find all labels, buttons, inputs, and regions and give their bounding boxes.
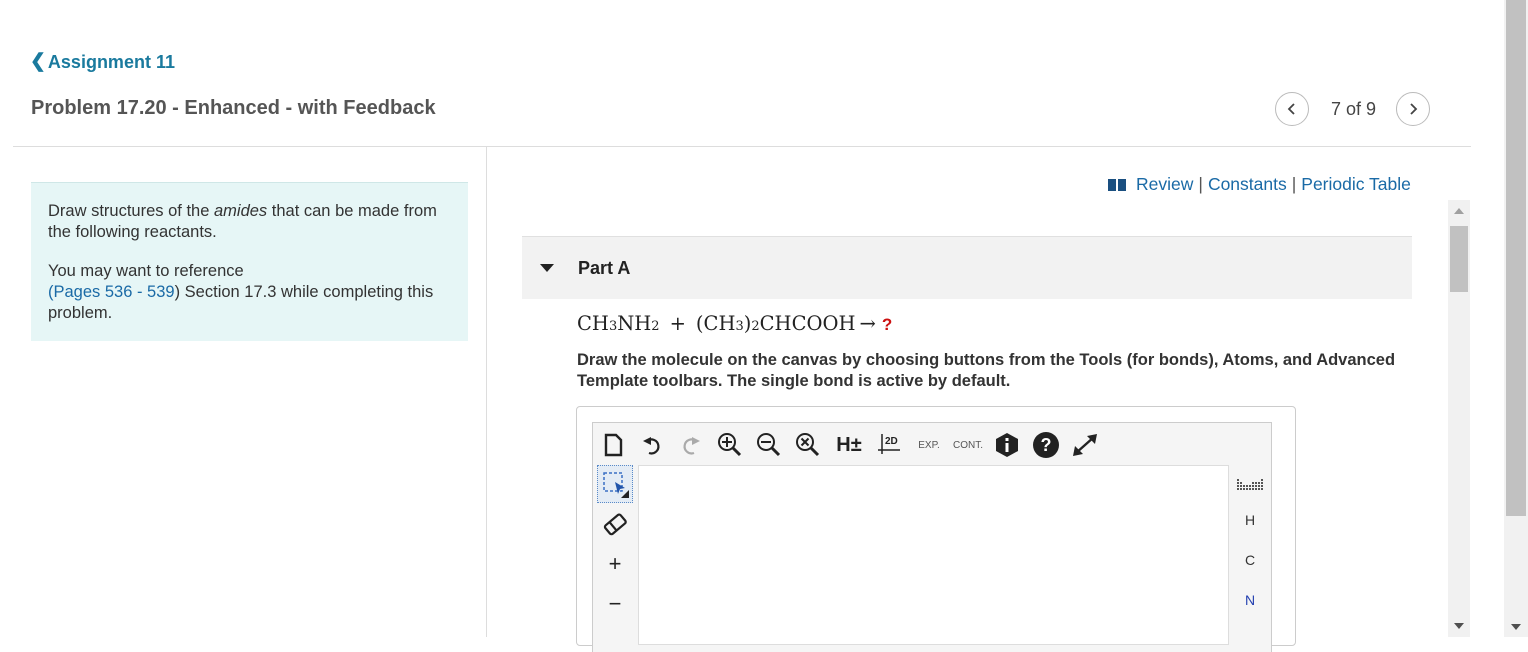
increase-charge-label: + [608,551,622,576]
help-icon: ? [1033,432,1059,458]
top-toolbar: H± 2D EXP. CONT. ? [598,427,1109,463]
selection-icon [603,472,629,498]
review-link[interactable]: Review [1136,174,1193,195]
page-scrollbar[interactable] [1504,0,1528,637]
reaction-equation: CH 3 NH 2 + (CH 3) 2 CHCOOH → ? [577,312,892,335]
chevron-right-icon [1410,103,1418,115]
pane-divider [486,147,487,637]
decrease-charge-label: − [608,591,622,616]
resources-bar: Review | Constants | Periodic Table [1108,174,1411,195]
back-link-label: Assignment 11 [47,52,175,72]
explicit-hydrogens-button[interactable]: H± [832,430,866,460]
eq-text: (CH [695,312,736,335]
increase-charge-button[interactable]: + [597,545,633,583]
problem-intro: Draw structures of the amides that can b… [31,182,468,341]
separator: | [1198,174,1203,194]
part-a-header[interactable]: Part A [522,236,1412,299]
left-toolbar: + − [597,465,635,625]
fullscreen-icon [1073,434,1097,456]
help-button[interactable]: ? [1031,430,1061,460]
clean-2d-icon: 2D [878,434,900,454]
page-scroll-down-arrow-icon[interactable] [1511,624,1521,630]
explicit-hydrogens-label: H± [836,433,862,456]
separator: | [1291,174,1297,194]
redo-button[interactable] [676,430,706,460]
chevron-left-icon: ❮ [30,51,46,72]
eq-text: CH [577,312,609,335]
zoom-in-icon [718,433,742,457]
chevron-left-icon [1287,103,1295,115]
constants-link[interactable]: Constants [1208,174,1287,195]
content-scrollbar[interactable] [1448,200,1470,637]
instructions: Draw the molecule on the canvas by choos… [577,351,1396,390]
expand-label: EXP. [918,439,940,451]
atom-n-button[interactable]: N [1232,580,1268,620]
eq-text: CHCOOH [759,312,856,335]
undo-icon [643,437,660,455]
zoom-reset-button[interactable] [793,430,823,460]
periodic-table-link[interactable]: Periodic Table [1301,174,1411,195]
back-to-assignment-link[interactable]: ❮ Assignment 11 [30,51,175,74]
drawing-canvas[interactable] [638,465,1229,645]
scrollbar-thumb[interactable] [1450,226,1468,292]
contract-button[interactable]: CONT. [953,430,983,460]
eq-subscript: 3 [608,319,618,334]
periodic-table-button[interactable] [1232,470,1268,500]
atoms-toolbar: H C N [1232,470,1268,620]
eq-plus: + [669,312,686,335]
new-document-icon [604,433,623,457]
pages-link[interactable]: Pages 536 - 539 [54,283,175,301]
book-icon [1108,178,1126,191]
eq-unknown: ? [881,315,893,334]
pager-count: 7 of 9 [1331,98,1377,119]
scroll-up-arrow-icon[interactable] [1454,208,1464,214]
problem-pager: 7 of 9 [1275,92,1431,126]
eq-text: NH [617,312,652,335]
zoom-in-button[interactable] [715,430,745,460]
eraser-icon [603,513,627,536]
expand-button[interactable]: EXP. [914,430,944,460]
previous-problem-button[interactable] [1275,92,1309,126]
select-tool-button[interactable] [597,465,633,503]
intro-text-part: Draw structures of the [48,202,214,220]
collapse-caret-icon [540,264,554,272]
reference-label: You may want to reference [48,262,244,280]
periodic-table-icon [1237,479,1263,490]
contract-label: CONT. [953,439,983,451]
decrease-charge-button[interactable]: − [597,585,633,623]
reference-text: You may want to reference (Pages 536 - 53… [48,261,451,324]
intro-emphasis: amides [213,202,268,220]
part-label: Part A [578,257,631,278]
eq-subscript: 2 [751,319,760,334]
atom-c-button[interactable]: C [1232,540,1268,580]
next-problem-button[interactable] [1396,92,1431,126]
zoom-reset-icon [796,433,820,457]
info-icon [996,433,1018,457]
scroll-down-arrow-icon[interactable] [1454,623,1464,629]
eq-text: ) [743,312,752,335]
intro-text: Draw structures of the amides that can b… [48,201,451,243]
zoom-out-button[interactable] [754,430,784,460]
fullscreen-button[interactable] [1070,430,1100,460]
svg-text:?: ? [1041,435,1052,455]
clean-2d-button[interactable]: 2D [875,430,905,460]
eq-subscript: 3 [735,319,744,334]
undo-button[interactable] [637,430,667,460]
eq-arrow: → [859,312,876,335]
eraser-tool-button[interactable] [597,505,633,543]
atom-h-button[interactable]: H [1232,500,1268,540]
eq-subscript: 2 [651,319,660,334]
page-scrollbar-thumb[interactable] [1506,0,1526,516]
new-document-button[interactable] [598,430,628,460]
problem-title: Problem 17.20 - Enhanced - with Feedback [31,97,436,119]
info-button[interactable] [992,430,1022,460]
zoom-out-icon [757,433,781,457]
header-divider [13,146,1471,147]
redo-icon [683,437,700,455]
clean-2d-label: 2D [885,436,898,447]
